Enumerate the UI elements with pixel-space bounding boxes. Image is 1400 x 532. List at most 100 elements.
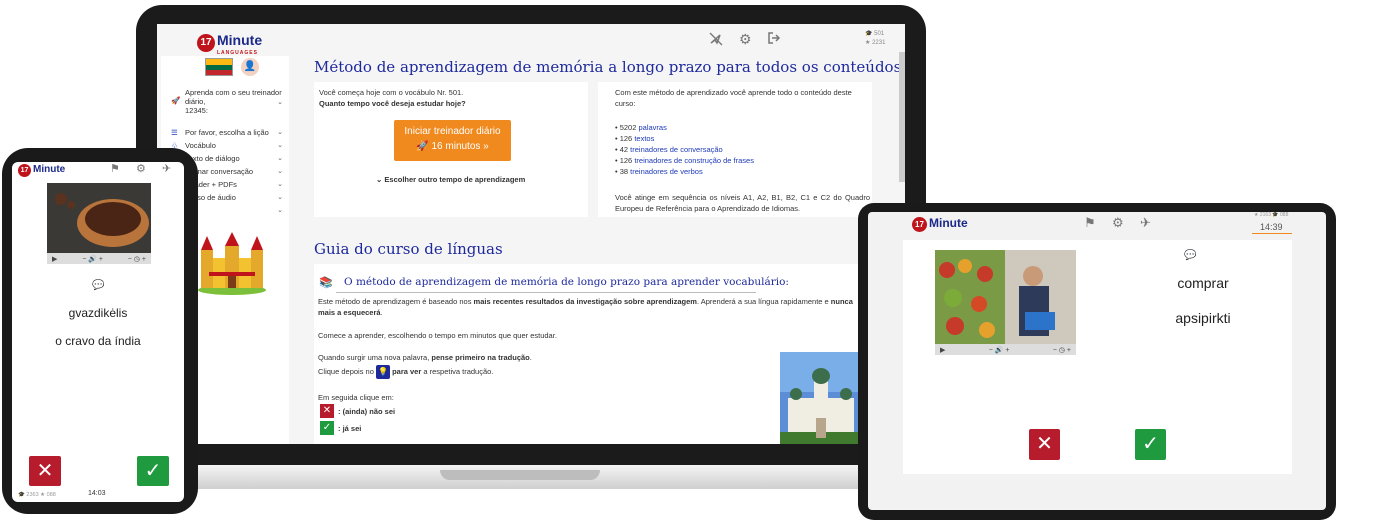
scrollbar[interactable]	[899, 52, 905, 182]
levels-text: Você atinge em sequência os níveis A1, A…	[615, 193, 870, 213]
nav-off-icon[interactable]: ✈	[162, 162, 171, 175]
close-icon: ✕	[36, 460, 54, 482]
chevron-down-icon: ⌄	[277, 168, 283, 175]
start-trainer-button[interactable]: Iniciar treinador diário 🚀 16 minutos »	[394, 120, 511, 161]
lightbulb-icon: 💡	[375, 365, 390, 379]
rocket-icon: 🚀	[416, 141, 429, 152]
timer-progress	[1252, 233, 1292, 234]
speech-bubble-icon[interactable]: 💬	[92, 280, 104, 291]
guide-paragraph-1: Este método de aprendizagem é baseado no…	[318, 297, 853, 317]
know-button[interactable]: ✓	[137, 456, 169, 486]
guide-paragraph-4: Clique depois no 💡 para ver a respetiva …	[318, 365, 493, 379]
star-icon: ★	[865, 40, 871, 46]
check-icon: ✓	[144, 460, 162, 482]
volume-icon[interactable]: − 🔊 +	[989, 346, 1010, 354]
start-card: Você começa hoje com o vocábulo Nr. 501.…	[314, 82, 588, 217]
laptop-notch	[440, 470, 600, 480]
dont-know-button[interactable]: ✕	[1029, 429, 1060, 460]
nav-off-icon[interactable]	[709, 32, 723, 49]
speed-icon[interactable]: − ◷ +	[1053, 346, 1071, 354]
dont-know-button[interactable]: ✕	[29, 456, 61, 486]
chevron-down-icon: ⌄	[277, 181, 283, 188]
gear-icon[interactable]: ⚙	[136, 162, 146, 175]
start-line: Você começa hoje com o vocábulo Nr. 501.	[319, 88, 464, 97]
chevron-down-icon: ⌄	[277, 129, 283, 136]
conversation-link[interactable]: treinadores de conversação	[630, 145, 723, 154]
content-list: • 5202 palavras • 126 textos • 42 treina…	[615, 122, 870, 177]
list-icon: ☰	[171, 128, 178, 137]
words-link[interactable]: palavras	[639, 123, 667, 132]
list-item: • 126 textos	[615, 134, 655, 143]
verbs-link[interactable]: treinadores de verbos	[630, 167, 703, 176]
chevron-down-icon: ⌄	[277, 194, 283, 201]
stats-box: 🎓 501 ★ 2231	[865, 31, 886, 46]
chevron-down-icon: ⌄	[277, 99, 283, 106]
guide-paragraph-2: Comece a aprender, escolhendo o tempo em…	[318, 331, 557, 340]
word-lithuanian: apsipirkti	[1175, 310, 1231, 326]
other-time-link[interactable]: ⌄ Escolher outro tempo de aprendizagem	[376, 174, 525, 185]
tablet-logo[interactable]: 17 Minute	[912, 216, 968, 232]
texts-link[interactable]: textos	[634, 134, 654, 143]
sidebar-item-trainer[interactable]: 🚀 Aprenda com o seu treinador diário, 12…	[171, 88, 287, 115]
no-label: : (ainda) não sei	[338, 407, 396, 416]
church-photo	[780, 352, 862, 444]
graduation-cap-icon: 🎓	[1272, 212, 1279, 218]
list-item: • 126 treinadores de construção de frase…	[615, 156, 754, 165]
book-stack-icon: 📚	[319, 277, 333, 289]
info-card: Com este método de aprendizado você apre…	[598, 82, 872, 217]
check-icon: ✓	[1142, 433, 1159, 455]
runner-icon[interactable]: ⚑	[110, 162, 120, 175]
word-portuguese: o cravo da índia	[55, 334, 141, 348]
list-item: • 42 treinadores de conversação	[615, 145, 723, 154]
guide-card: 📚 O método de aprendizagem de memória de…	[314, 264, 862, 444]
avatar[interactable]: 👤	[241, 58, 259, 76]
nav-off-icon[interactable]: ✈	[1140, 215, 1151, 231]
sidebar-item-lesson[interactable]: ☰ Por favor, escolha a lição ⌄	[171, 128, 287, 137]
chevron-down-icon: ⌄	[277, 207, 283, 214]
supermarket-photo	[935, 250, 1076, 344]
chevron-down-icon: ⌄	[277, 142, 283, 149]
guide-title: Guia do curso de línguas	[314, 240, 503, 258]
phone-screen: 17 Minute ⚑ ⚙ ✈ ▶ − 🔊 + − ◷ + 💬 gvazdikėlis…	[12, 162, 184, 502]
cloves-photo	[47, 183, 151, 253]
speech-bubble-icon[interactable]: 💬	[1184, 250, 1196, 261]
graduation-cap-icon: 🎓	[18, 492, 25, 498]
gear-icon[interactable]: ⚙	[739, 31, 752, 48]
timer: 14:03	[88, 490, 106, 497]
guide-paragraph-5: Em seguida clique em:	[318, 393, 394, 402]
phone-logo[interactable]: 17 Minute	[18, 164, 65, 177]
list-item: • 5202 palavras	[615, 123, 667, 132]
audio-player[interactable]: ▶ − 🔊 + − ◷ +	[935, 344, 1076, 355]
timer: 14:39	[1260, 222, 1283, 232]
rocket-icon: 🚀	[171, 96, 181, 105]
audio-player[interactable]: ▶ − 🔊 + − ◷ +	[47, 253, 151, 264]
logout-icon[interactable]	[767, 31, 781, 48]
app-logo[interactable]: 17 Minute LANGUAGES	[197, 32, 262, 56]
guide-subtitle: O método de aprendizagem de memória de l…	[344, 276, 789, 288]
sentences-link[interactable]: treinadores de construção de frases	[634, 156, 754, 165]
study-question: Quanto tempo você deseja estudar hoje?	[319, 99, 466, 108]
phone-stats: 🎓 2363 ★ 088	[18, 492, 56, 498]
speed-icon[interactable]: − ◷ +	[128, 255, 146, 263]
graduation-cap-icon: 🎓	[865, 31, 873, 37]
list-item: • 38 treinadores de verbos	[615, 167, 703, 176]
guide-paragraph-3: Quando surgir uma nova palavra, pense pr…	[318, 353, 532, 362]
castle-illustration	[198, 232, 266, 295]
tablet-screen: 17 Minute ⚑ ⚙ ✈ ★ 2163 🎓 088 14:39 ▶ − 🔊 +…	[868, 212, 1326, 510]
know-button[interactable]: ✓	[1135, 429, 1166, 460]
volume-icon[interactable]: − 🔊 +	[82, 255, 103, 263]
sidebar-item-vocab[interactable]: ♧ Vocábulo ⌄	[171, 141, 287, 150]
lithuania-flag-icon[interactable]	[205, 58, 233, 76]
runner-icon[interactable]: ⚑	[1084, 215, 1096, 231]
close-icon: ✕	[320, 404, 334, 418]
close-icon: ✕	[1036, 433, 1053, 455]
info-intro: Com este método de aprendizado você apre…	[615, 88, 852, 108]
word-lithuanian: gvazdikėlis	[68, 306, 128, 320]
chevron-down-icon: ⌄	[277, 155, 283, 162]
page-title: Método de aprendizagem de memória a long…	[314, 58, 905, 76]
gear-icon[interactable]: ⚙	[1112, 215, 1124, 231]
play-icon[interactable]: ▶	[52, 255, 57, 263]
star-icon: ★	[1254, 212, 1259, 218]
play-icon[interactable]: ▶	[940, 346, 945, 354]
check-icon: ✓	[320, 421, 334, 435]
